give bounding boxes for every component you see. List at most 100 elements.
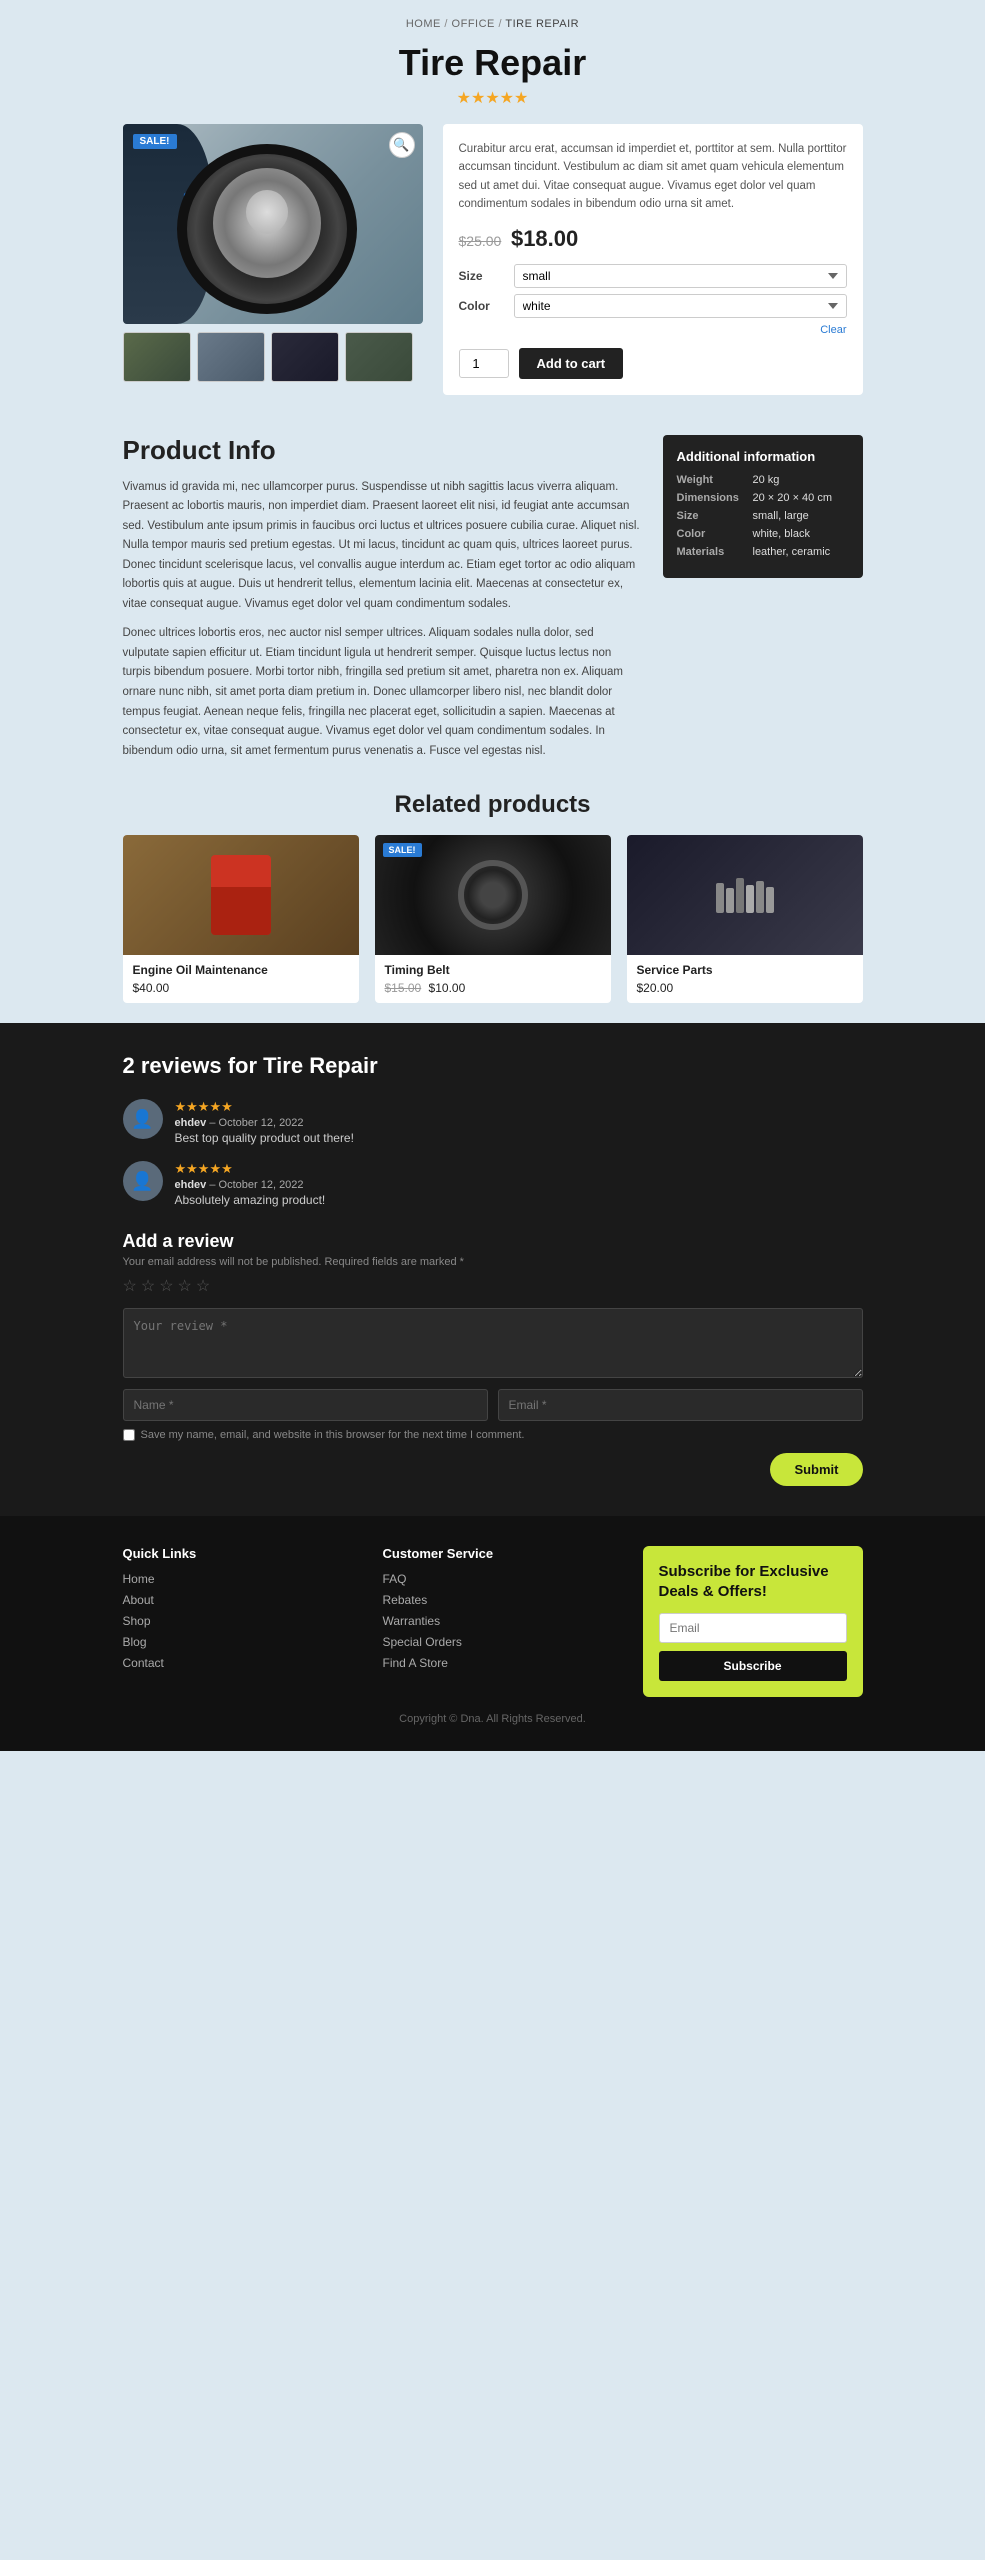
size-label: Size xyxy=(459,269,504,283)
review-1-body: ★★★★★ ehdev – October 12, 2022 Best top … xyxy=(175,1099,863,1145)
related-product-1-name: Engine Oil Maintenance xyxy=(133,963,349,977)
product-info-text-2: Donec ultrices lobortis eros, nec auctor… xyxy=(123,624,643,761)
clear-link[interactable]: Clear xyxy=(459,324,847,336)
reviewer-2-avatar: 👤 xyxy=(123,1161,163,1201)
thumbnail-3[interactable] xyxy=(271,332,339,382)
quick-link-blog[interactable]: Blog xyxy=(123,1634,363,1649)
review-checkbox-row: Save my name, email, and website in this… xyxy=(123,1429,863,1441)
related-product-2[interactable]: SALE! Timing Belt $15.00 $10.00 xyxy=(375,835,611,1003)
info-weight: Weight 20 kg xyxy=(677,474,849,486)
related-product-1[interactable]: Engine Oil Maintenance $40.00 xyxy=(123,835,359,1003)
color-label: Color xyxy=(459,299,504,313)
product-details: Curabitur arcu erat, accumsan id imperdi… xyxy=(443,124,863,395)
review-item-2: 👤 ★★★★★ ehdev – October 12, 2022 Absolut… xyxy=(123,1161,863,1207)
customer-service-title: Customer Service xyxy=(383,1546,623,1561)
additional-info-title: Additional information xyxy=(677,449,849,464)
related-product-3-price: $20.00 xyxy=(637,981,853,995)
review-name-input[interactable] xyxy=(123,1389,488,1421)
related-product-1-body: Engine Oil Maintenance $40.00 xyxy=(123,955,359,1003)
product-options: Size small medium large Color white blac… xyxy=(459,264,847,336)
quick-link-contact[interactable]: Contact xyxy=(123,1655,363,1670)
cs-faq[interactable]: FAQ xyxy=(383,1571,623,1586)
footer-subscribe: Subscribe for Exclusive Deals & Offers! … xyxy=(643,1546,863,1697)
review-1-stars: ★★★★★ xyxy=(175,1099,863,1115)
product-info-left: Product Info Vivamus id gravida mi, nec … xyxy=(123,435,643,772)
subscribe-email-input[interactable] xyxy=(659,1613,847,1643)
review-checkbox[interactable] xyxy=(123,1429,135,1441)
star-3[interactable]: ☆ xyxy=(159,1276,173,1296)
main-product-image xyxy=(123,124,423,324)
cs-find-store[interactable]: Find A Store xyxy=(383,1655,623,1670)
star-1[interactable]: ☆ xyxy=(123,1276,137,1296)
quick-link-shop[interactable]: Shop xyxy=(123,1613,363,1628)
submit-button[interactable]: Submit xyxy=(770,1453,862,1486)
color-option-row: Color white black xyxy=(459,294,847,318)
review-email-input[interactable] xyxy=(498,1389,863,1421)
review-2-text: Absolutely amazing product! xyxy=(175,1193,863,1207)
sale-badge-2: SALE! xyxy=(383,843,422,857)
quantity-input[interactable] xyxy=(459,349,509,378)
review-textarea[interactable] xyxy=(123,1308,863,1378)
quick-links-title: Quick Links xyxy=(123,1546,363,1561)
review-1-meta: ehdev – October 12, 2022 xyxy=(175,1117,863,1129)
info-size: Size small, large xyxy=(677,510,849,522)
review-input-row xyxy=(123,1389,863,1421)
add-to-cart-row: Add to cart xyxy=(459,348,847,379)
zoom-icon[interactable]: 🔍 xyxy=(389,132,415,158)
review-2-body: ★★★★★ ehdev – October 12, 2022 Absolutel… xyxy=(175,1161,863,1207)
related-product-3-image xyxy=(627,835,863,955)
subscribe-button[interactable]: Subscribe xyxy=(659,1651,847,1681)
footer-quick-links: Quick Links Home About Shop Blog Contact xyxy=(123,1546,363,1676)
color-select[interactable]: white black xyxy=(514,294,847,318)
star-5[interactable]: ☆ xyxy=(196,1276,210,1296)
subscribe-title: Subscribe for Exclusive Deals & Offers! xyxy=(659,1562,847,1601)
related-product-2-name: Timing Belt xyxy=(385,963,601,977)
reviews-section: 2 reviews for Tire Repair 👤 ★★★★★ ehdev … xyxy=(0,1023,985,1516)
sale-badge: SALE! xyxy=(133,134,177,149)
review-1-text: Best top quality product out there! xyxy=(175,1131,863,1145)
review-2-meta: ehdev – October 12, 2022 xyxy=(175,1179,863,1191)
reviews-title: 2 reviews for Tire Repair xyxy=(123,1053,863,1079)
related-product-3-body: Service Parts $20.00 xyxy=(627,955,863,1003)
submit-row: Submit xyxy=(123,1453,863,1486)
size-select[interactable]: small medium large xyxy=(514,264,847,288)
info-color: Color white, black xyxy=(677,528,849,540)
footer-copyright: Copyright © Dna. All Rights Reserved. xyxy=(0,1697,985,1731)
star-2[interactable]: ☆ xyxy=(141,1276,155,1296)
add-to-cart-button[interactable]: Add to cart xyxy=(519,348,624,379)
review-2-stars: ★★★★★ xyxy=(175,1161,863,1177)
page-title: Tire Repair xyxy=(0,36,985,88)
price-row: $25.00 $18.00 xyxy=(459,226,847,252)
related-grid: Engine Oil Maintenance $40.00 SALE! Timi… xyxy=(123,835,863,1003)
related-product-1-price: $40.00 xyxy=(133,981,349,995)
related-product-2-body: Timing Belt $15.00 $10.00 xyxy=(375,955,611,1003)
breadcrumb: HOME / OFFICE / TIRE REPAIR xyxy=(0,0,985,36)
thumbnail-4[interactable] xyxy=(345,332,413,382)
info-materials: Materials leather, ceramic xyxy=(677,546,849,558)
cs-rebates[interactable]: Rebates xyxy=(383,1592,623,1607)
cs-special-orders[interactable]: Special Orders xyxy=(383,1634,623,1649)
quick-links-list: Home About Shop Blog Contact xyxy=(123,1571,363,1670)
quick-link-about[interactable]: About xyxy=(123,1592,363,1607)
related-product-1-image xyxy=(123,835,359,955)
rating-select[interactable]: ☆ ☆ ☆ ☆ ☆ xyxy=(123,1276,863,1296)
footer-customer-service: Customer Service FAQ Rebates Warranties … xyxy=(383,1546,623,1676)
thumbnail-2[interactable] xyxy=(197,332,265,382)
customer-service-list: FAQ Rebates Warranties Special Orders Fi… xyxy=(383,1571,623,1670)
info-dimensions: Dimensions 20 × 20 × 40 cm xyxy=(677,492,849,504)
thumbnail-1[interactable] xyxy=(123,332,191,382)
info-table: Weight 20 kg Dimensions 20 × 20 × 40 cm … xyxy=(677,474,849,558)
quick-link-home[interactable]: Home xyxy=(123,1571,363,1586)
thumbnail-row xyxy=(123,332,423,382)
reviewer-1-avatar: 👤 xyxy=(123,1099,163,1139)
cs-warranties[interactable]: Warranties xyxy=(383,1613,623,1628)
product-rating: ★★★★★ xyxy=(0,88,985,124)
related-product-3[interactable]: Service Parts $20.00 xyxy=(627,835,863,1003)
product-info-title: Product Info xyxy=(123,435,643,466)
star-4[interactable]: ☆ xyxy=(178,1276,192,1296)
add-review-form: Add a review Your email address will not… xyxy=(123,1231,863,1486)
review-note: Your email address will not be published… xyxy=(123,1256,863,1268)
add-review-title: Add a review xyxy=(123,1231,863,1252)
original-price: $25.00 xyxy=(459,233,502,249)
review-checkbox-label: Save my name, email, and website in this… xyxy=(141,1429,525,1441)
